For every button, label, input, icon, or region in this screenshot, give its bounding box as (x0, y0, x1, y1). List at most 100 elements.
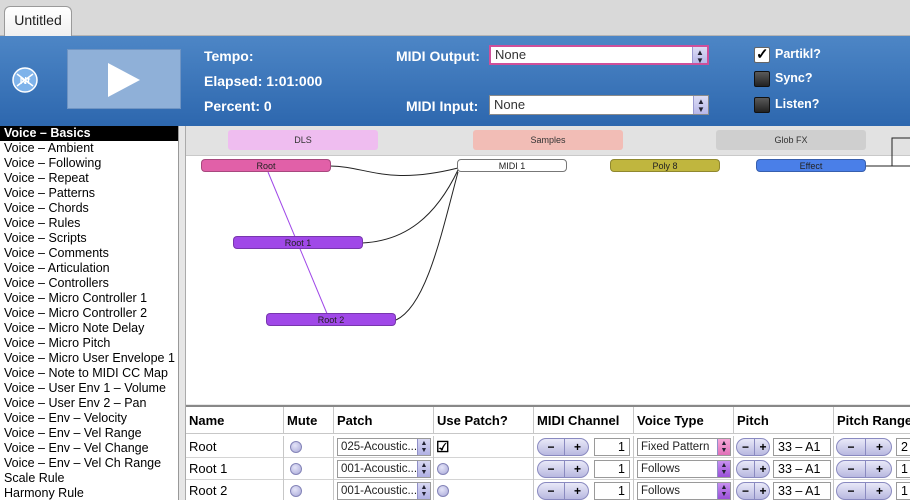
increment-button[interactable]: + (564, 439, 590, 455)
sidebar-item[interactable]: Voice – Micro User Envelope 1 (0, 351, 178, 366)
increment-button[interactable]: + (865, 461, 893, 477)
sidebar-item[interactable]: Voice – Micro Pitch (0, 336, 178, 351)
column-header-pitch-range[interactable]: Pitch Range (834, 407, 910, 434)
midi-node-midi-1[interactable]: MIDI 1 (457, 159, 567, 172)
voice-node-root[interactable]: Root (201, 159, 331, 172)
pitch-range-field[interactable]: 1 (896, 460, 910, 478)
partikl-checkbox[interactable] (754, 45, 770, 63)
midi-input-select[interactable]: None ▲ ▼ (489, 95, 709, 115)
increment-button[interactable]: + (564, 461, 590, 477)
use-patch-checkbox[interactable]: ☑ (436, 437, 449, 458)
pitch-range-field[interactable]: 2 (896, 438, 910, 456)
sidebar-item[interactable]: Voice – Env – Vel Ch Range (0, 456, 178, 471)
voice-type-select[interactable]: Follows ▲ ▼ (637, 460, 731, 478)
pitch-range-stepper[interactable]: − + (836, 460, 892, 478)
increment-button[interactable]: + (754, 461, 771, 477)
column-header-voice-type[interactable]: Voice Type (634, 407, 734, 434)
column-header-name[interactable]: Name (186, 407, 284, 434)
midi-channel-stepper[interactable]: − + (537, 438, 589, 456)
increment-button[interactable]: + (865, 483, 893, 499)
sidebar-item[interactable]: Voice – Env – Vel Change (0, 441, 178, 456)
sync-checkbox[interactable] (754, 71, 770, 87)
sidebar-item[interactable]: Voice – Patterns (0, 186, 178, 201)
pitch-range-stepper[interactable]: − + (836, 438, 892, 456)
mute-toggle[interactable] (290, 441, 302, 453)
midi-channel-field[interactable]: 1 (594, 438, 630, 456)
pitch-field[interactable]: 33 – A1 (773, 460, 831, 478)
sidebar-item[interactable]: Voice – Env – Velocity (0, 411, 178, 426)
mute-toggle[interactable] (290, 463, 302, 475)
sidebar-item[interactable]: Scale Rule (0, 471, 178, 486)
decrement-button[interactable]: − (837, 461, 865, 477)
sidebar-item[interactable]: Voice – Rules (0, 216, 178, 231)
pitch-range-field[interactable]: 1 (896, 482, 910, 500)
sidebar-item[interactable]: Voice – User Env 2 – Pan (0, 396, 178, 411)
pitch-stepper[interactable]: − + (736, 482, 770, 500)
increment-button[interactable]: + (754, 439, 771, 455)
sidebar-item[interactable]: Voice – Chords (0, 201, 178, 216)
sidebar-item[interactable]: Voice – Env – Vel Range (0, 426, 178, 441)
pitch-stepper[interactable]: − + (736, 438, 770, 456)
decrement-button[interactable]: − (737, 461, 754, 477)
pitch-stepper[interactable]: − + (736, 460, 770, 478)
tab-untitled[interactable]: Untitled (4, 6, 72, 36)
column-header-use-patch[interactable]: Use Patch? (434, 407, 534, 434)
sidebar-item[interactable]: Voice – Micro Controller 2 (0, 306, 178, 321)
sidebar-item[interactable]: Voice – Micro Note Delay (0, 321, 178, 336)
pitch-field[interactable]: 33 – A1 (773, 482, 831, 500)
column-header-mute[interactable]: Mute (284, 407, 334, 434)
output-node-poly-8[interactable]: Poly 8 (610, 159, 720, 172)
sidebar-item[interactable]: Voice – Repeat (0, 171, 178, 186)
midi-channel-stepper[interactable]: − + (537, 482, 589, 500)
pitch-field[interactable]: 33 – A1 (773, 438, 831, 456)
increment-button[interactable]: + (754, 483, 771, 499)
decrement-button[interactable]: − (737, 483, 754, 499)
sidebar-item[interactable]: Voice – User Env 1 – Volume (0, 381, 178, 396)
voice-type-select[interactable]: Fixed Pattern ▲ ▼ (637, 438, 731, 456)
table-row[interactable]: Root 1 001-Acoustic... ▲ ▼ − + 1 Follows ▲ ▼ … (186, 458, 910, 480)
midi-channel-stepper[interactable]: − + (537, 460, 589, 478)
voice-node-root-1[interactable]: Root 1 (233, 236, 363, 249)
sidebar-item[interactable]: Voice – Micro Controller 1 (0, 291, 178, 306)
voice-type-select[interactable]: Follows ▲ ▼ (637, 482, 731, 500)
column-header-patch[interactable]: Patch (334, 407, 434, 434)
patch-select[interactable]: 001-Acoustic... ▲ ▼ (337, 460, 431, 478)
decrement-button[interactable]: − (737, 439, 754, 455)
midi-channel-field[interactable]: 1 (594, 460, 630, 478)
decrement-button[interactable]: − (837, 439, 865, 455)
midi-channel-field[interactable]: 1 (594, 482, 630, 500)
sidebar-item[interactable]: Voice – Controllers (0, 276, 178, 291)
midi-output-select[interactable]: None ▲ ▼ (489, 45, 709, 65)
mute-cell (284, 480, 334, 500)
patch-select[interactable]: 001-Acoustic... ▲ ▼ (337, 482, 431, 500)
voice-node-root-2[interactable]: Root 2 (266, 313, 396, 326)
decrement-button[interactable]: − (837, 483, 865, 499)
use-patch-cell (434, 458, 534, 480)
decrement-button[interactable]: − (538, 439, 564, 455)
decrement-button[interactable]: − (538, 483, 564, 499)
split-view-divider[interactable] (179, 126, 186, 500)
use-patch-checkbox[interactable] (437, 463, 449, 475)
table-row[interactable]: Root 025-Acoustic... ▲ ▼ ☑ − + 1 Fixed Patt… (186, 436, 910, 458)
column-header-pitch[interactable]: Pitch (734, 407, 834, 434)
table-row[interactable]: Root 2 001-Acoustic... ▲ ▼ − + 1 Follows ▲ ▼ … (186, 480, 910, 500)
sidebar-item[interactable]: Voice – Ambient (0, 141, 178, 156)
pitch-range-stepper[interactable]: − + (836, 482, 892, 500)
increment-button[interactable]: + (564, 483, 590, 499)
increment-button[interactable]: + (865, 439, 893, 455)
use-patch-checkbox[interactable] (437, 485, 449, 497)
column-header-midi-channel[interactable]: MIDI Channel (534, 407, 634, 434)
sidebar-item[interactable]: Harmony Rule (0, 486, 178, 500)
patch-select[interactable]: 025-Acoustic... ▲ ▼ (337, 438, 431, 456)
sidebar-item[interactable]: Voice – Following (0, 156, 178, 171)
play-button[interactable] (67, 49, 181, 109)
listen-checkbox[interactable] (754, 97, 770, 113)
sidebar-item[interactable]: Voice – Comments (0, 246, 178, 261)
sidebar-item[interactable]: Voice – Note to MIDI CC Map (0, 366, 178, 381)
mute-toggle[interactable] (290, 485, 302, 497)
sidebar-item[interactable]: Voice – Scripts (0, 231, 178, 246)
sidebar-item[interactable]: Voice – Articulation (0, 261, 178, 276)
fx-node-effect[interactable]: Effect (756, 159, 866, 172)
decrement-button[interactable]: − (538, 461, 564, 477)
sidebar-item[interactable]: Voice – Basics (0, 126, 178, 141)
